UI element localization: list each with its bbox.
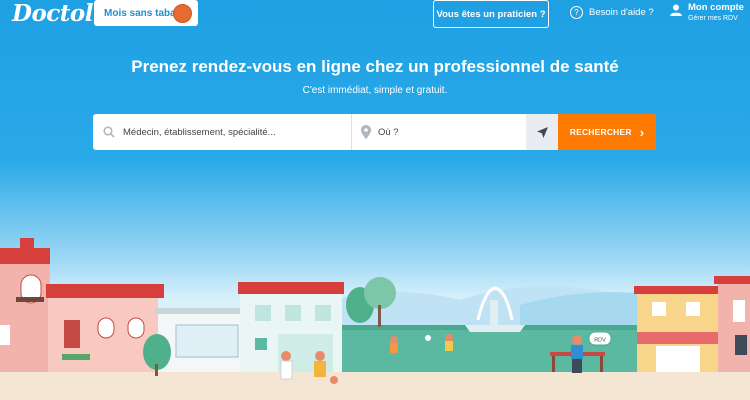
top-header: Doctolib Mois sans tabac Vous êtes un pr… bbox=[0, 0, 750, 30]
account-title: Mon compte bbox=[688, 2, 744, 13]
search-button[interactable]: RECHERCHER › bbox=[558, 114, 656, 150]
help-icon: ? bbox=[570, 6, 583, 19]
city-illustration: RDV bbox=[0, 238, 750, 400]
doctolib-homepage: Doctolib Mois sans tabac Vous êtes un pr… bbox=[0, 0, 750, 400]
help-label: Besoin d'aide ? bbox=[589, 7, 654, 18]
page-title: Prenez rendez-vous en ligne chez un prof… bbox=[131, 57, 619, 76]
rdv-bubble-label: RDV bbox=[594, 338, 606, 344]
account-subtitle: Gérer mes RDV bbox=[688, 15, 738, 22]
search-icon bbox=[103, 126, 115, 138]
user-icon bbox=[670, 4, 682, 16]
location-input[interactable] bbox=[378, 114, 524, 150]
no-smoking-icon bbox=[173, 4, 192, 23]
promo-banner-button[interactable]: Mois sans tabac bbox=[94, 0, 198, 26]
chevron-right-icon: › bbox=[639, 124, 645, 140]
map-pin-icon bbox=[361, 125, 371, 139]
locate-arrow-icon bbox=[536, 126, 548, 138]
search-bar: RECHERCHER › bbox=[93, 114, 656, 150]
promo-label: Mois sans tabac bbox=[104, 7, 182, 19]
geolocate-button[interactable] bbox=[526, 114, 558, 150]
search-divider bbox=[351, 114, 352, 150]
help-link[interactable]: ? Besoin d'aide ? bbox=[570, 6, 654, 19]
search-button-label: RECHERCHER bbox=[569, 127, 632, 137]
page-subtitle: C'est immédiat, simple et gratuit. bbox=[302, 85, 448, 96]
practitioner-button[interactable]: Vous êtes un praticien ? bbox=[433, 0, 549, 28]
